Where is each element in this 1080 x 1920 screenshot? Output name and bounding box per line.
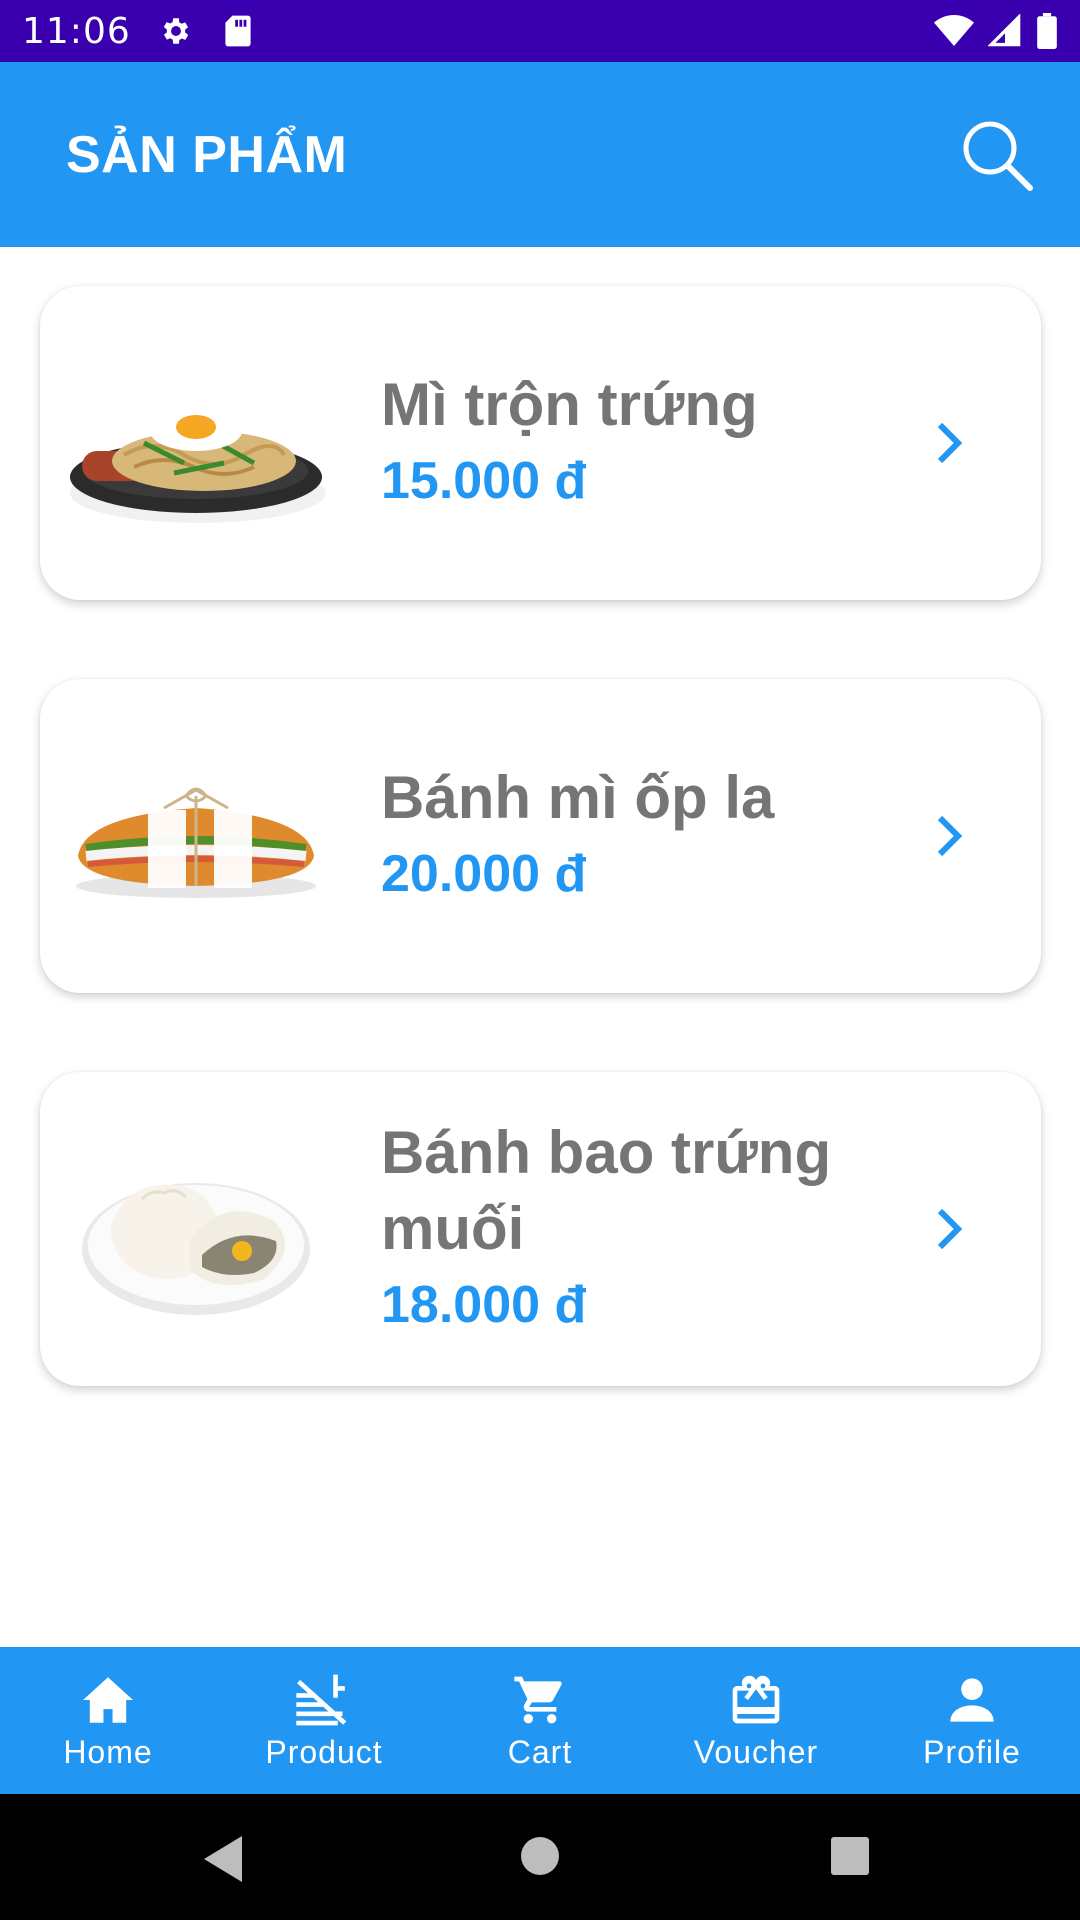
cart-icon — [510, 1670, 570, 1730]
nav-label: Cart — [507, 1734, 573, 1770]
status-bar: 11:06 — [0, 0, 1080, 62]
nav-item-voucher[interactable]: Voucher — [648, 1647, 864, 1794]
nav-item-product[interactable]: Product — [216, 1647, 432, 1794]
search-button[interactable] — [952, 110, 1042, 200]
wifi-icon — [934, 14, 974, 48]
page-title: SẢN PHẨM — [66, 125, 348, 184]
home-icon — [78, 1670, 138, 1730]
chevron-right-icon[interactable] — [927, 418, 971, 468]
sd-card-icon — [219, 12, 257, 50]
product-card[interactable]: Bánh mì ốp la 20.000 đ — [40, 679, 1041, 993]
nav-item-cart[interactable]: Cart — [432, 1647, 648, 1794]
product-image-buns — [64, 1129, 328, 1329]
product-image-noodles — [64, 343, 328, 543]
home-circle-icon[interactable] — [520, 1836, 560, 1876]
battery-icon — [1036, 13, 1058, 49]
app-bar: SẢN PHẨM — [0, 62, 1080, 247]
nav-label: Product — [265, 1734, 383, 1770]
voucher-icon — [726, 1670, 786, 1730]
search-icon — [963, 121, 1033, 191]
product-name: Mì trộn trứng — [381, 371, 758, 438]
product-icon — [294, 1670, 354, 1730]
chevron-right-icon[interactable] — [927, 1204, 971, 1254]
product-image-baguette — [64, 736, 328, 936]
product-card[interactable]: Mì trộn trứng 15.000 đ — [40, 286, 1041, 600]
product-info: Bánh mì ốp la 20.000 đ — [381, 679, 901, 993]
product-name: Bánh mì ốp la — [381, 764, 775, 831]
system-nav-bar — [0, 1794, 1080, 1920]
product-price: 20.000 đ — [381, 845, 587, 903]
bottom-nav: Home Product Cart Voucher Profile — [0, 1647, 1080, 1794]
product-info: Bánh bao trứng muối 18.000 đ — [381, 1072, 901, 1386]
product-info: Mì trộn trứng 15.000 đ — [381, 286, 901, 600]
recents-icon[interactable] — [830, 1836, 870, 1876]
nav-label: Profile — [923, 1734, 1021, 1770]
signal-icon — [988, 14, 1022, 48]
product-card[interactable]: Bánh bao trứng muối 18.000 đ — [40, 1072, 1041, 1386]
nav-item-profile[interactable]: Profile — [864, 1647, 1080, 1794]
nav-label: Voucher — [693, 1734, 819, 1770]
nav-item-home[interactable]: Home — [0, 1647, 216, 1794]
product-name: Bánh bao trứng muối — [381, 1119, 832, 1262]
chevron-right-icon[interactable] — [927, 811, 971, 861]
product-price: 18.000 đ — [381, 1276, 587, 1334]
back-icon[interactable] — [200, 1834, 246, 1884]
nav-label: Home — [63, 1734, 153, 1770]
gear-icon — [157, 12, 195, 50]
product-price: 15.000 đ — [381, 452, 587, 510]
status-time: 11:06 — [22, 10, 131, 52]
profile-icon — [942, 1670, 1002, 1730]
